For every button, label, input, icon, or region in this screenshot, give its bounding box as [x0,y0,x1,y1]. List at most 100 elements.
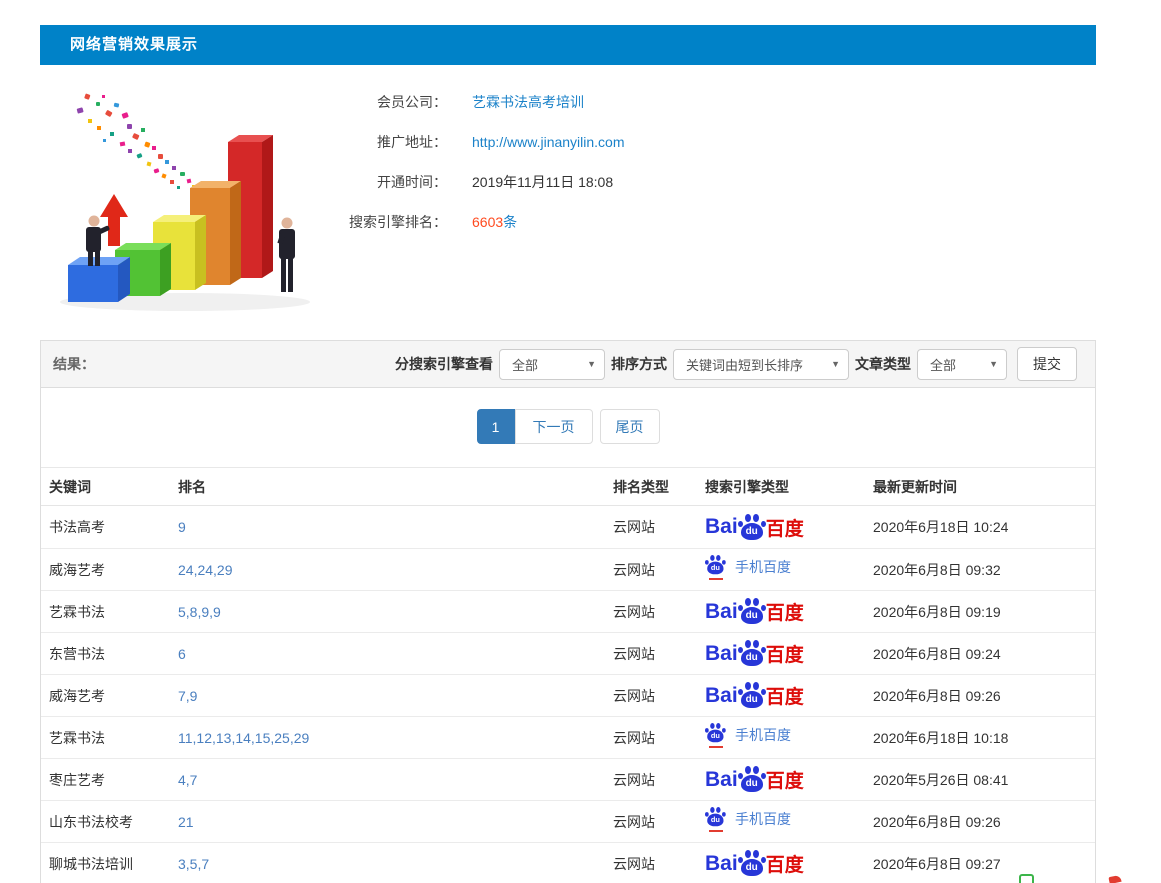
page-title: 网络营销效果展示 [40,25,1096,65]
baidu-du-text: du [741,691,763,708]
baidu-paw-icon: du [738,514,766,541]
table-row: 书法高考9 云网站Baidu百度 2020年6月18日 10:24 [41,506,1095,548]
baidu-logo-cn: 百度 [766,850,804,877]
updated-time-cell: 2020年6月8日 09:19 [873,602,1095,622]
updated-time-cell: 2020年6月18日 10:24 [873,517,1095,537]
rank-type-cell: 云网站 [613,560,705,580]
baidu-du-text: du [707,729,723,742]
rank-type-cell: 云网站 [613,728,705,748]
red-underline [709,746,723,748]
rank-cell: 11,12,13,14,15,25,29 [178,730,613,746]
info-value: http://www.jinanyilin.com [472,134,625,150]
baidu-paw-icon: du [738,598,766,625]
baidu-du-text: du [741,523,763,540]
pagination: 1 下一页 尾页 [41,409,1095,444]
table-body: 书法高考9云网站Baidu百度2020年6月18日 10:24威海艺考24,24… [41,506,1095,883]
chevron-down-icon: ▼ [831,359,840,369]
person-right [277,218,295,293]
rank-type-cell: 云网站 [613,686,705,706]
baidu-logo-cn: 百度 [766,640,804,667]
keyword-cell: 书法高考 [41,517,178,537]
baidu-paw-icon: du [738,766,766,793]
red-underline [709,578,723,580]
article-type-select[interactable]: 全部 ▼ [917,349,1007,380]
mobile-baidu-label: 手机百度 [735,725,791,745]
updated-time-cell: 2020年6月8日 09:24 [873,644,1095,664]
rank-cell: 5,8,9,9 [178,604,613,620]
rank-cell: 4,7 [178,772,613,788]
rank-link[interactable]: 4,7 [178,772,197,788]
red-icon [1108,875,1121,883]
table-row: 艺霖书法11,12,13,14,15,25,29云网站du手机百度2020年6月… [41,716,1095,758]
rank-link[interactable]: 7,9 [178,688,197,704]
column-header: 最新更新时间 [873,477,1095,497]
column-header: 关键词 [41,477,178,497]
rank-link[interactable]: 21 [178,814,194,830]
rank-link[interactable]: 24,24,29 [178,562,233,578]
baidu-paw-icon: du [705,807,726,827]
rank-cell: 7,9 [178,688,613,704]
filter-bar: 结果： 分搜索引擎查看 全部 ▼ 排序方式 关键词由短到长排序 ▼ 文章类型 全… [41,341,1095,388]
baidu-logo-latin: Bai [705,768,738,792]
next-page-button[interactable]: 下一页 [515,409,593,444]
baidu-logo-latin: Bai [705,600,738,624]
keyword-cell: 威海艺考 [41,686,178,706]
page-title-banner: 网络营销效果展示 [40,25,1096,65]
info-row: 会员公司：艺霖书法高考培训 [337,82,625,122]
baidu-du-text: du [741,775,763,792]
info-value: 6603条 [472,212,517,232]
column-header: 排名 [178,477,613,497]
article-type-label: 文章类型 [855,354,911,374]
mobile-baidu-logo: du 手机百度 [705,723,791,747]
engine-filter-label: 分搜索引擎查看 [395,354,493,374]
column-header: 搜索引擎类型 [705,477,873,497]
rank-cell: 24,24,29 [178,562,613,578]
baidu-logo: Baidu百度 [705,766,804,793]
baidu-logo: Baidu百度 [705,640,804,667]
rank-link[interactable]: 6 [178,646,186,662]
baidu-du-text: du [707,561,723,574]
mobile-baidu-label: 手机百度 [735,557,791,577]
engine-filter-select[interactable]: 全部 ▼ [499,349,605,380]
growth-chart-illustration [30,82,330,314]
info-label: 搜索引擎排名： [337,212,447,232]
rank-type-cell: 云网站 [613,644,705,664]
search-engine-cell: Baidu百度 [705,682,873,709]
rank-type-cell: 云网站 [613,854,705,874]
rank-link[interactable]: 11,12,13,14,15,25,29 [178,730,309,746]
rank-cell: 9 [178,519,613,535]
search-engine-cell: Baidu百度 [705,598,873,625]
rank-link[interactable]: 5,8,9,9 [178,604,221,620]
chat-icon[interactable] [1019,874,1034,883]
rank-type-cell: 云网站 [613,517,705,537]
info-link[interactable]: http://www.jinanyilin.com [472,134,625,150]
confetti-dots [77,93,196,189]
baidu-paw-icon: du [705,723,726,743]
sort-filter-select[interactable]: 关键词由短到长排序 ▼ [673,349,849,380]
baidu-logo: Baidu百度 [705,598,804,625]
baidu-logo-cn: 百度 [766,514,804,541]
member-info: 会员公司：艺霖书法高考培训推广地址：http://www.jinanyilin.… [337,82,625,242]
keyword-cell: 山东书法校考 [41,812,178,832]
ranking-count: 6603 [472,214,503,230]
baidu-logo-cn: 百度 [766,766,804,793]
info-label: 开通时间： [337,172,447,192]
baidu-du-text: du [741,859,763,876]
sort-filter-value: 关键词由短到长排序 [686,355,803,374]
rank-type-cell: 云网站 [613,812,705,832]
submit-button[interactable]: 提交 [1017,347,1077,381]
rank-link[interactable]: 3,5,7 [178,856,209,872]
rank-cell: 3,5,7 [178,856,613,872]
info-link[interactable]: 艺霖书法高考培训 [472,94,584,110]
page-number-current[interactable]: 1 [477,409,515,444]
last-page-button[interactable]: 尾页 [600,409,660,444]
table-row: 东营书法6云网站Baidu百度2020年6月8日 09:24 [41,632,1095,674]
baidu-logo: Baidu百度 [705,514,804,541]
search-engine-cell: Baidu百度 [705,766,873,793]
table-row: 山东书法校考21云网站du手机百度2020年6月8日 09:26 [41,800,1095,842]
baidu-logo-cn: 百度 [766,598,804,625]
rank-link[interactable]: 9 [178,519,186,535]
baidu-logo-cn: 百度 [766,682,804,709]
table-row: 聊城书法培训3,5,7云网站Baidu百度2020年6月8日 09:27 [41,842,1095,883]
info-row: 搜索引擎排名： 6603条 [337,202,625,242]
